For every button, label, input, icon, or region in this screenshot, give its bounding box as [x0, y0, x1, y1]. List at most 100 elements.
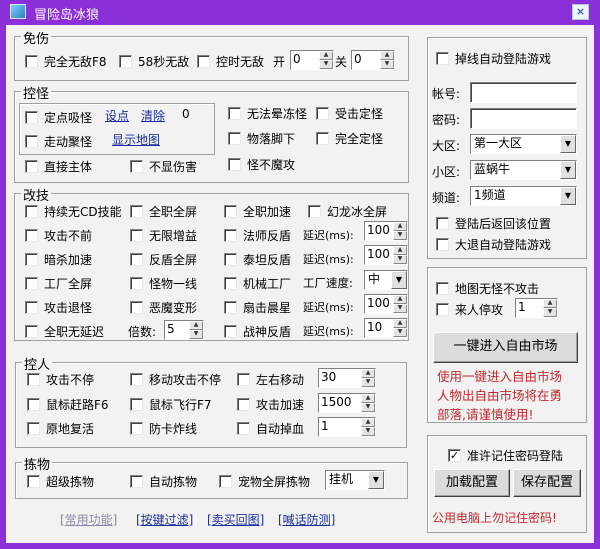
spin-down-icon[interactable]: ▼ — [361, 427, 375, 436]
checkbox-box[interactable] — [27, 398, 40, 411]
checkbox-box[interactable] — [25, 111, 38, 124]
spinner-guan[interactable]: 0 ▲ ▼ — [351, 50, 395, 70]
value[interactable]: 100 — [365, 222, 393, 240]
checkbox-remember-password[interactable]: ✓ 准许记住密码登陆 — [448, 447, 563, 464]
checkbox-box[interactable] — [228, 158, 241, 171]
checkbox-gaiji[interactable]: 全职全屏 — [130, 203, 197, 220]
account-input[interactable] — [470, 82, 577, 103]
link-qingchu[interactable]: 清除 — [141, 107, 165, 124]
checkbox-box[interactable] — [130, 160, 143, 173]
checkbox-gaiji[interactable]: 机械工厂 — [224, 275, 291, 292]
spin-up-icon[interactable]: ▲ — [361, 369, 375, 378]
chevron-down-icon[interactable]: ▼ — [560, 161, 576, 179]
chevron-down-icon[interactable]: ▼ — [391, 271, 407, 289]
checkbox-dingdian[interactable]: 定点吸怪 — [25, 109, 92, 126]
checkbox-kongshi[interactable]: 控时无敌 — [197, 53, 264, 70]
spin-up-icon[interactable]: ▲ — [361, 394, 375, 403]
close-button[interactable]: × — [572, 4, 589, 20]
spinner-kai[interactable]: 0 ▲ ▼ — [290, 50, 334, 70]
spin-down-icon[interactable]: ▼ — [380, 60, 394, 69]
spin-up-icon[interactable]: ▲ — [393, 246, 407, 255]
spin-up-icon[interactable]: ▲ — [393, 319, 407, 328]
password-input[interactable] — [470, 108, 577, 129]
checkbox-box[interactable] — [316, 132, 329, 145]
spin-up-icon[interactable]: ▲ — [361, 418, 375, 427]
spinner-zuoyou[interactable]: 30 ▲ ▼ — [318, 368, 376, 388]
checkbox-kongren[interactable]: 攻击加速 — [237, 396, 304, 413]
checkbox-box[interactable] — [25, 55, 38, 68]
checkbox-wanquan[interactable]: 完全定怪 — [316, 130, 383, 147]
checkbox-gaiji[interactable]: 暗杀加速 — [25, 251, 92, 268]
check-icon[interactable]: ✓ — [448, 449, 461, 462]
checkbox-box[interactable] — [130, 253, 143, 266]
spinner-lairen[interactable]: 1 ▲ ▼ — [515, 298, 558, 318]
checkbox-gaiji[interactable]: 反盾全屏 — [130, 251, 197, 268]
checkbox-box[interactable] — [224, 253, 237, 266]
checkbox-box[interactable] — [25, 160, 38, 173]
spin-down-icon[interactable]: ▼ — [393, 328, 407, 337]
checkbox-guaibu[interactable]: 怪不魔攻 — [228, 156, 295, 173]
spinner-delay-fashi[interactable]: 100 ▲ ▼ — [364, 221, 408, 241]
spin-down-icon[interactable]: ▼ — [393, 255, 407, 264]
link-shedian[interactable]: 设点 — [105, 107, 129, 124]
spin-down-icon[interactable]: ▼ — [543, 308, 557, 317]
spin-up-icon[interactable]: ▲ — [380, 51, 394, 60]
checkbox-kongren[interactable]: 鼠标飞行F7 — [130, 396, 212, 413]
value[interactable]: 10 — [365, 319, 393, 337]
checkbox-shouji[interactable]: 受击定怪 — [316, 105, 383, 122]
spin-up-icon[interactable]: ▲ — [393, 295, 407, 304]
checkbox-box[interactable] — [436, 217, 449, 230]
checkbox-wudi[interactable]: 完全无敌F8 — [25, 53, 107, 70]
checkbox-zidong-jianwu[interactable]: 自动拣物 — [130, 473, 197, 490]
value[interactable]: 30 — [319, 369, 361, 387]
checkbox-box[interactable] — [130, 277, 143, 290]
checkbox-box[interactable] — [130, 373, 143, 386]
checkbox-box[interactable] — [25, 277, 38, 290]
checkbox-wuluo[interactable]: 物落脚下 — [228, 130, 295, 147]
value[interactable]: 中 — [365, 271, 391, 289]
spin-up-icon[interactable]: ▲ — [189, 321, 203, 330]
checkbox-box[interactable] — [27, 475, 40, 488]
checkbox-box[interactable] — [316, 107, 329, 120]
value[interactable]: 0 — [291, 51, 319, 69]
checkbox-kongren[interactable]: 鼠标赶路F6 — [27, 396, 109, 413]
spinner-delay-zhanshen[interactable]: 10 ▲ ▼ — [364, 318, 408, 338]
checkbox-box[interactable] — [130, 398, 143, 411]
spinner-delay-taitan[interactable]: 100 ▲ ▼ — [364, 245, 408, 265]
save-config-button[interactable]: 保存配置 — [513, 469, 581, 497]
checkbox-gaiji[interactable]: 恶魔变形 — [130, 299, 197, 316]
checkbox-ditu-wuguai[interactable]: 地图无怪不攻击 — [436, 280, 539, 297]
chevron-down-icon[interactable]: ▼ — [560, 135, 576, 153]
spin-down-icon[interactable]: ▼ — [393, 304, 407, 313]
value[interactable]: 100 — [365, 246, 393, 264]
checkbox-box[interactable] — [130, 475, 143, 488]
value[interactable]: 1频道 — [471, 187, 560, 205]
checkbox-gaiji[interactable]: 工厂全屏 — [25, 275, 92, 292]
value[interactable]: 100 — [365, 295, 393, 313]
spin-down-icon[interactable]: ▼ — [189, 330, 203, 339]
checkbox-wufa[interactable]: 无法晕冻怪 — [228, 105, 307, 122]
checkbox-box[interactable] — [228, 107, 241, 120]
value[interactable]: 5 — [165, 321, 189, 339]
checkbox-box[interactable] — [224, 229, 237, 242]
link-anjian[interactable]: [按键过滤] — [136, 511, 193, 528]
spinner-gongji-jiasu[interactable]: 1500 ▲ ▼ — [318, 393, 376, 413]
checkbox-fanhui[interactable]: 登陆后返回该位置 — [436, 215, 551, 232]
checkbox-kongren[interactable]: 自动掉血 — [237, 420, 304, 437]
checkbox-kongren[interactable]: 攻击不停 — [27, 371, 94, 388]
spinner-diaoxue[interactable]: 1 ▲ ▼ — [318, 417, 376, 437]
enter-market-button[interactable]: 一键进入自由市场 — [433, 332, 578, 363]
checkbox-box[interactable] — [228, 132, 241, 145]
spin-down-icon[interactable]: ▼ — [393, 231, 407, 240]
checkbox-gaiji[interactable]: 泰坦反盾 — [224, 251, 291, 268]
checkbox-gaiji[interactable]: 无限增益 — [130, 227, 197, 244]
checkbox-box[interactable] — [25, 135, 38, 148]
checkbox-box[interactable] — [436, 52, 449, 65]
checkbox-box[interactable] — [224, 205, 237, 218]
spinner-delay-shanji[interactable]: 100 ▲ ▼ — [364, 294, 408, 314]
value[interactable]: 1 — [516, 299, 543, 317]
select-daqu[interactable]: 第一大区 ▼ — [470, 134, 577, 154]
link-changyong[interactable]: [常用功能] — [60, 511, 117, 528]
spin-down-icon[interactable]: ▼ — [361, 378, 375, 387]
checkbox-zoudong[interactable]: 走动聚怪 — [25, 133, 92, 150]
